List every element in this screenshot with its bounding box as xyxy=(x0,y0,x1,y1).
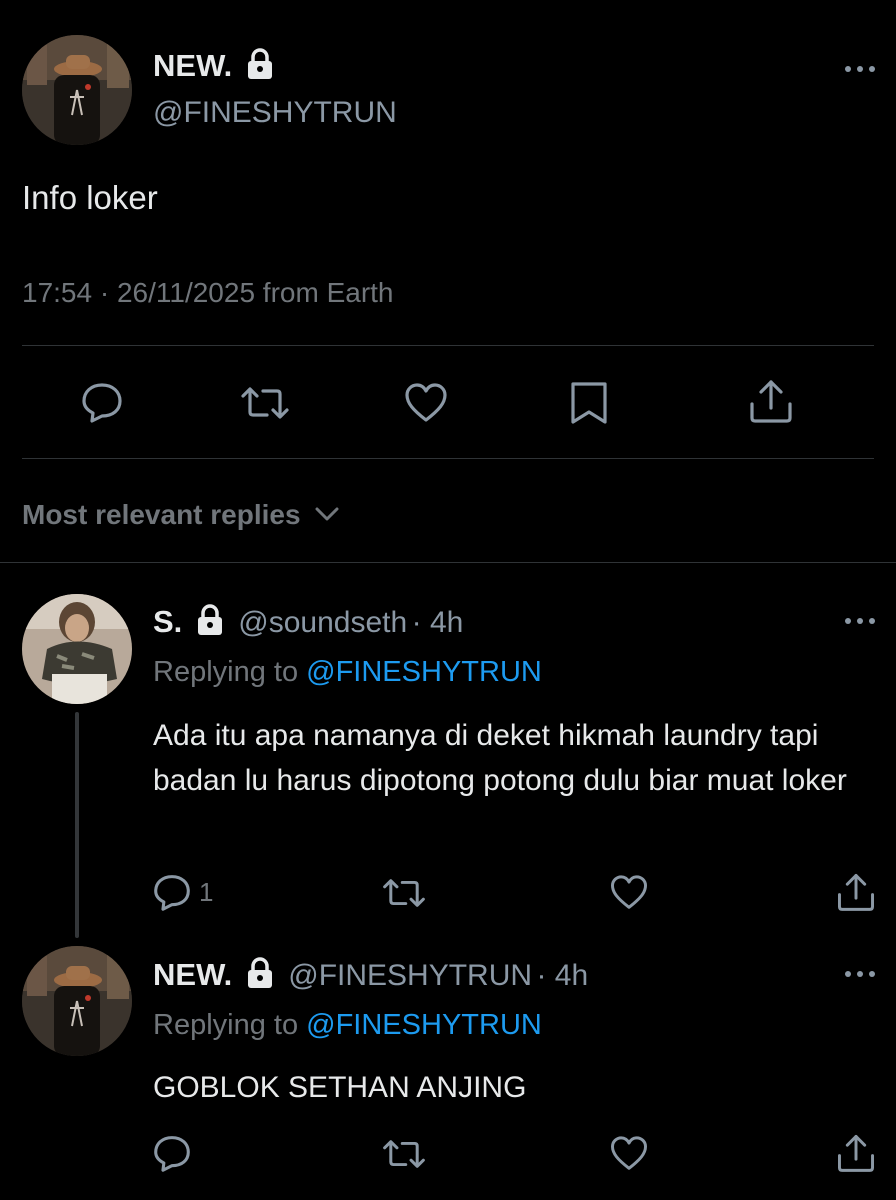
author-handle[interactable]: @FINESHYTRUN xyxy=(153,96,397,130)
tweet-timestamp[interactable]: 17:54 · 26/11/2025 from Earth xyxy=(22,277,394,309)
reply-time: · 4h xyxy=(411,606,464,639)
more-options-icon[interactable] xyxy=(845,618,875,626)
share-icon[interactable] xyxy=(836,872,876,912)
replying-to-mention[interactable]: @FINESHYTRUN xyxy=(306,1009,542,1041)
retweet-icon[interactable] xyxy=(240,384,290,422)
reply-header: S. @soundseth · 4h xyxy=(153,604,463,641)
author-avatar[interactable] xyxy=(22,35,132,145)
replying-prefix: Replying to xyxy=(153,656,299,688)
reply-header: NEW. @FINESHYTRUN · 4h xyxy=(153,957,588,994)
avatar-image xyxy=(22,946,132,1056)
retweet-icon[interactable] xyxy=(382,1137,426,1171)
share-icon[interactable] xyxy=(836,1133,876,1173)
reply-icon[interactable] xyxy=(80,381,124,423)
divider xyxy=(0,562,896,563)
more-options-icon[interactable] xyxy=(845,66,875,74)
reply-author-name[interactable]: NEW. xyxy=(153,957,232,992)
avatar-image xyxy=(22,594,132,704)
reply-author-name[interactable]: S. xyxy=(153,604,182,639)
lock-icon xyxy=(196,604,224,641)
lock-icon xyxy=(246,957,274,994)
like-icon[interactable] xyxy=(609,874,649,911)
replying-to-mention[interactable]: @FINESHYTRUN xyxy=(306,656,542,688)
share-icon[interactable] xyxy=(748,378,794,424)
reply-count: 1 xyxy=(199,877,214,907)
author-name-text: NEW. xyxy=(153,48,233,83)
divider xyxy=(22,345,874,346)
reply-text: GOBLOK SETHAN ANJING xyxy=(153,1071,527,1104)
bookmark-icon[interactable] xyxy=(569,381,609,425)
reply-avatar[interactable] xyxy=(22,594,132,704)
reply-icon[interactable] xyxy=(152,1134,192,1172)
author-name[interactable]: NEW. xyxy=(153,48,274,88)
reply-avatar[interactable] xyxy=(22,946,132,1056)
like-icon[interactable] xyxy=(403,382,449,424)
replies-sort-label: Most relevant replies xyxy=(22,499,301,530)
like-icon[interactable] xyxy=(609,1135,649,1172)
lock-icon xyxy=(246,48,274,88)
reply-author-handle[interactable]: @FINESHYTRUN xyxy=(288,959,532,992)
replying-prefix: Replying to xyxy=(153,1009,299,1041)
reply-text: Ada itu apa namanya di deket hikmah laun… xyxy=(153,719,847,797)
thread-connector xyxy=(75,712,79,938)
replying-to: Replying to @FINESHYTRUN xyxy=(153,1009,542,1042)
chevron-down-icon xyxy=(314,497,340,529)
replies-sort-selector[interactable]: Most relevant replies xyxy=(22,497,340,531)
divider xyxy=(22,458,874,459)
tweet-text: Info loker xyxy=(22,179,158,216)
reply-author-handle[interactable]: @soundseth xyxy=(238,606,407,639)
replying-to: Replying to @FINESHYTRUN xyxy=(153,656,542,689)
more-options-icon[interactable] xyxy=(845,971,875,979)
reply-icon[interactable] xyxy=(152,873,192,911)
retweet-icon[interactable] xyxy=(382,876,426,910)
reply-time: · 4h xyxy=(536,959,589,992)
avatar-image xyxy=(22,35,132,145)
